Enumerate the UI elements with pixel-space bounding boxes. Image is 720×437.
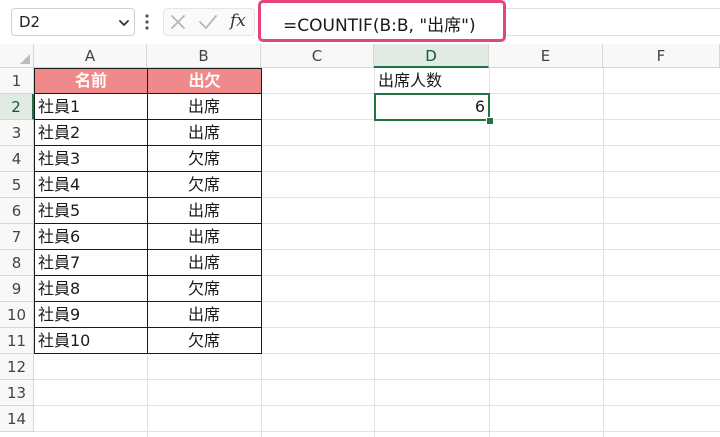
row-header-2[interactable]: 2 [0,94,34,120]
row-header-10[interactable]: 10 [0,302,34,328]
row-header-4[interactable]: 4 [0,146,34,172]
cell-b9[interactable]: 欠席 [147,276,261,302]
cell-b7[interactable]: 出席 [147,224,261,250]
row-header-6[interactable]: 6 [0,198,34,224]
fill-handle[interactable] [486,117,494,125]
row-header-5[interactable]: 5 [0,172,34,198]
cell-d1[interactable]: 出席人数 [374,68,489,94]
cell-b11[interactable]: 欠席 [147,328,261,354]
cell-a9[interactable]: 社員8 [34,276,147,302]
row-header-11[interactable]: 11 [0,328,34,354]
table-header-name[interactable]: 名前 [35,69,147,93]
row-header-13[interactable]: 13 [0,380,34,406]
active-cell-border [374,93,490,121]
cell-b6[interactable]: 出席 [147,198,261,224]
cell-a11[interactable]: 社員10 [34,328,147,354]
cell-b5[interactable]: 欠席 [147,172,261,198]
cell-b10[interactable]: 出席 [147,302,261,328]
table-header-attendance[interactable]: 出欠 [148,69,261,93]
row-header-1[interactable]: 1 [0,68,34,94]
row-header-9[interactable]: 9 [0,276,34,302]
cell-b4[interactable]: 欠席 [147,146,261,172]
row-header-7[interactable]: 7 [0,224,34,250]
row-header-14[interactable]: 14 [0,406,34,432]
cell-a6[interactable]: 社員5 [34,198,147,224]
cell-b3[interactable]: 出席 [147,120,261,146]
cell-a5[interactable]: 社員4 [34,172,147,198]
cell-a4[interactable]: 社員3 [34,146,147,172]
cell-a10[interactable]: 社員9 [34,302,147,328]
cell-b8[interactable]: 出席 [147,250,261,276]
cell-a3[interactable]: 社員2 [34,120,147,146]
cell-b2[interactable]: 出席 [147,94,261,120]
cell-a7[interactable]: 社員6 [34,224,147,250]
row-header-12[interactable]: 12 [0,354,34,380]
cell-a8[interactable]: 社員7 [34,250,147,276]
cell-a2[interactable]: 社員1 [34,94,147,120]
row-header-3[interactable]: 3 [0,120,34,146]
row-header-8[interactable]: 8 [0,250,34,276]
